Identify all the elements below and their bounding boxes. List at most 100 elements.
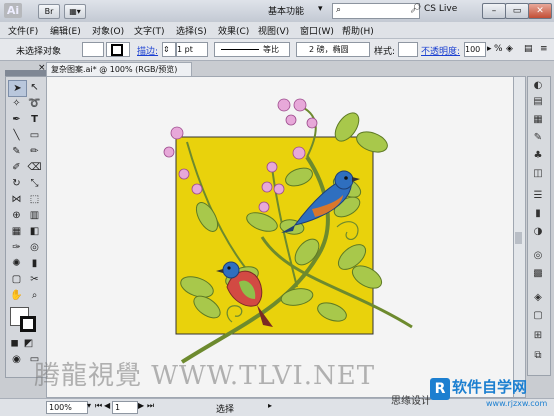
pen-tool-icon[interactable]: ✒	[8, 112, 25, 127]
selection-status: 未选择对象	[16, 47, 62, 57]
eraser-tool-icon[interactable]: ⌫	[26, 160, 43, 175]
color-panel-icon[interactable]: ◐	[531, 80, 545, 92]
shape-builder-tool-icon[interactable]: ⊕	[8, 208, 25, 223]
brushes-panel-icon[interactable]: ✎	[531, 132, 545, 144]
menu-effect[interactable]: 效果(C)	[218, 24, 249, 37]
graphic-styles-panel-icon[interactable]: ▩	[531, 268, 545, 280]
menu-view[interactable]: 视图(V)	[258, 24, 289, 37]
stroke-weight-stepper[interactable]: ⇕	[162, 42, 176, 57]
status-menu-icon[interactable]: ▸	[268, 401, 272, 410]
opacity-stepper-icon[interactable]: ▸	[487, 44, 492, 54]
transform-panel-icon[interactable]: ⧉	[531, 350, 545, 362]
paintbrush-tool-icon[interactable]: ✎	[8, 144, 25, 159]
transparency-panel-icon[interactable]: ◑	[531, 226, 545, 238]
gradient-tool-icon[interactable]: ◧	[26, 224, 43, 239]
gradient-mode-icon[interactable]: ◩	[20, 336, 37, 351]
align-icon[interactable]: ▤	[524, 44, 533, 54]
tab-close-icon[interactable]: ×	[38, 63, 46, 73]
page-field[interactable]: 1	[112, 401, 138, 414]
search-button-icon[interactable]: 🔎︎	[410, 4, 421, 14]
zoom-dropdown-icon[interactable]: ▾	[87, 401, 91, 410]
appearance-panel-icon[interactable]: ◎	[531, 250, 545, 262]
document-canvas[interactable]	[46, 76, 514, 398]
align-panel-icon[interactable]: ⊞	[531, 330, 545, 342]
bridge-icon[interactable]: Br	[38, 4, 60, 19]
flower	[277, 98, 291, 112]
brush-definition[interactable]: 2 磅，椭圆	[296, 42, 370, 57]
recolor-icon[interactable]: ◈	[506, 44, 513, 54]
lasso-tool-icon[interactable]: ➰	[26, 96, 43, 111]
line-tool-icon[interactable]: ╲	[8, 128, 25, 143]
search-input[interactable]	[332, 3, 420, 19]
pencil-tool-icon[interactable]: ✏	[26, 144, 43, 159]
width-tool-icon[interactable]: ⋈	[8, 192, 25, 207]
blob-brush-tool-icon[interactable]: ✐	[8, 160, 25, 175]
rotate-tool-icon[interactable]: ↻	[8, 176, 25, 191]
artboard-tool-icon[interactable]: ▢	[8, 272, 25, 287]
arrange-documents-icon[interactable]: ▦▾	[64, 4, 86, 19]
symbols-panel-icon[interactable]: ♣	[531, 150, 545, 162]
menu-edit[interactable]: 编辑(E)	[50, 24, 81, 37]
selection-tool-icon[interactable]: ➤	[8, 80, 27, 97]
scale-tool-icon[interactable]: ⤡	[26, 176, 43, 191]
menu-help[interactable]: 帮助(H)	[342, 24, 374, 37]
minimize-button[interactable]: –	[482, 3, 506, 19]
fill-color-picker[interactable]	[82, 42, 104, 57]
menu-file[interactable]: 文件(F)	[8, 24, 38, 37]
maximize-button[interactable]: ▭	[505, 3, 529, 19]
close-button[interactable]: ✕	[528, 3, 552, 19]
artboards-panel-icon[interactable]: ▢	[531, 310, 545, 322]
document-tab[interactable]: 复杂图案.ai* @ 100% (RGB/预览)	[46, 62, 192, 76]
menu-select[interactable]: 选择(S)	[176, 24, 207, 37]
watermark-text: 腾龍視覺 WWW.TLVI.NET	[34, 361, 376, 391]
logo-badge-icon: R	[430, 378, 450, 400]
free-transform-tool-icon[interactable]: ⬚	[26, 192, 43, 207]
next-page-icon[interactable]: ▶	[138, 401, 144, 410]
stroke-link[interactable]: 描边:	[137, 44, 158, 57]
color-guide-icon[interactable]: ▤	[531, 96, 545, 108]
menu-window[interactable]: 窗口(W)	[300, 24, 334, 37]
flower	[178, 168, 190, 180]
stroke-weight-field[interactable]: 1 pt	[176, 42, 208, 57]
magic-wand-tool-icon[interactable]: ✧	[8, 96, 25, 111]
style-label: 样式:	[374, 47, 396, 57]
stroke-color-picker[interactable]	[106, 42, 130, 57]
swatches-panel-icon[interactable]: ▦	[531, 114, 545, 126]
blend-tool-icon[interactable]: ◎	[26, 240, 43, 255]
last-page-icon[interactable]: ⏭	[147, 401, 154, 411]
flower	[285, 114, 297, 126]
scrollbar-thumb[interactable]	[515, 232, 522, 244]
gradient-panel-icon[interactable]: ▮	[531, 208, 545, 220]
mesh-tool-icon[interactable]: ▦	[8, 224, 25, 239]
draw-mode-icon[interactable]: ◉	[8, 352, 25, 367]
rectangle-tool-icon[interactable]: ▭	[26, 128, 43, 143]
zoom-tool-icon[interactable]: ⌕	[26, 288, 43, 303]
menu-object[interactable]: 对象(O)	[92, 24, 124, 37]
menu-bar: 文件(F) 编辑(E) 对象(O) 文字(T) 选择(S) 效果(C) 视图(V…	[0, 22, 554, 39]
stroke-panel-icon[interactable]: ☰	[531, 190, 545, 202]
cs-live-button[interactable]: CS Live	[424, 4, 457, 14]
type-tool-icon[interactable]: T	[26, 112, 43, 127]
first-page-icon[interactable]: ⏮	[95, 401, 102, 411]
column-graph-tool-icon[interactable]: ▮	[26, 256, 43, 271]
stroke-swatch[interactable]	[20, 316, 36, 332]
panel-menu-icon[interactable]: ≡	[540, 44, 548, 54]
hand-tool-icon[interactable]: ✋	[8, 288, 25, 303]
symbol-sprayer-tool-icon[interactable]: ✺	[8, 256, 25, 271]
variable-width-profile[interactable]: 等比	[214, 42, 290, 57]
perspective-grid-tool-icon[interactable]: ▥	[26, 208, 43, 223]
prev-page-icon[interactable]: ◀	[104, 401, 110, 410]
slice-tool-icon[interactable]: ✂	[26, 272, 43, 287]
menu-type[interactable]: 文字(T)	[134, 24, 165, 37]
zoom-field[interactable]: 100%	[46, 401, 88, 414]
flower	[293, 98, 307, 112]
eyedropper-tool-icon[interactable]: ✑	[8, 240, 25, 255]
workspace-switcher[interactable]: 基本功能	[268, 4, 304, 17]
opacity-link[interactable]: 不透明度:	[421, 44, 460, 57]
style-picker[interactable]	[398, 42, 418, 57]
chevron-down-icon[interactable]: ▾	[318, 4, 323, 14]
graphic-styles-icon[interactable]: ◫	[531, 168, 545, 180]
opacity-field[interactable]: 100	[464, 42, 486, 57]
layers-panel-icon[interactable]: ◈	[531, 292, 545, 304]
direct-selection-tool-icon[interactable]: ↖	[26, 80, 43, 95]
